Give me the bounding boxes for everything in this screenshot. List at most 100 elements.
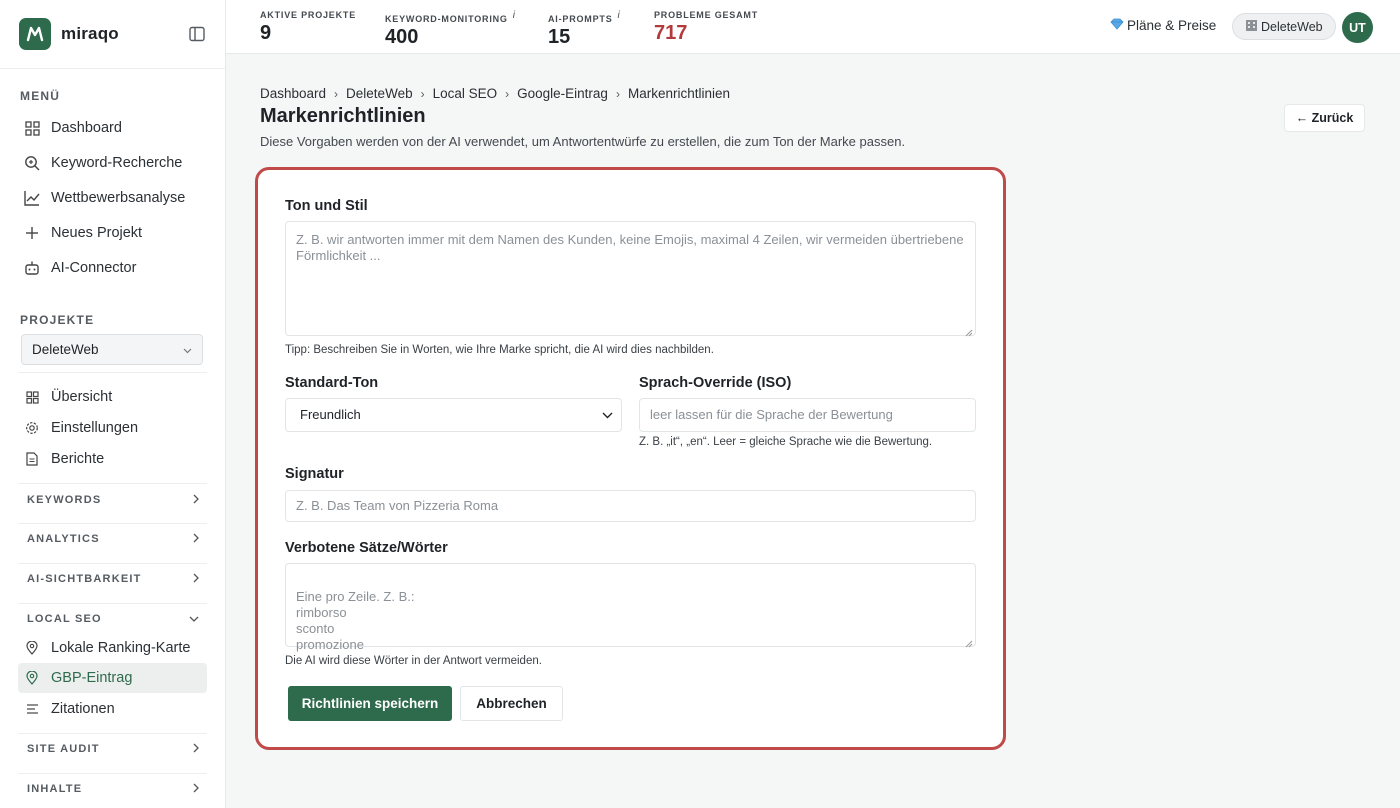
save-guidelines-button[interactable]: Richtlinien speichern bbox=[288, 686, 452, 721]
info-icon[interactable]: i bbox=[618, 10, 621, 21]
stat-value: 15 bbox=[548, 26, 571, 48]
projects-section-title: PROJEKTE bbox=[20, 313, 95, 327]
chart-icon bbox=[24, 190, 40, 206]
nav-label: Zitationen bbox=[51, 701, 115, 717]
stat-label: KEYWORD-MONITORING i bbox=[385, 10, 516, 24]
signature-placeholder: Z. B. Das Team von Pizzeria Roma bbox=[296, 498, 499, 513]
chevron-right-icon bbox=[193, 494, 199, 507]
info-icon[interactable]: i bbox=[513, 10, 516, 21]
plus-icon bbox=[24, 225, 40, 241]
nav-reports[interactable]: Berichte bbox=[18, 444, 207, 474]
back-button[interactable]: ← Zurück bbox=[1284, 104, 1365, 132]
grid-icon bbox=[24, 120, 40, 136]
forbidden-words-textarea[interactable]: Eine pro Zeile. Z. B.: rimborso sconto p… bbox=[285, 563, 976, 652]
default-tone-value: Freundlich bbox=[300, 407, 361, 422]
brand: miraqo bbox=[0, 0, 225, 69]
nav-label: Einstellungen bbox=[51, 420, 139, 436]
tone-textarea[interactable]: Z. B. wir antworten immer mit dem Namen … bbox=[285, 221, 976, 337]
map-pin-icon bbox=[24, 640, 40, 656]
project-pill-label: DeleteWeb bbox=[1261, 19, 1323, 34]
group-ai-visibility[interactable]: AI-SICHTBARKEIT bbox=[18, 564, 207, 594]
stat-value: 9 bbox=[260, 22, 272, 44]
sidebar: miraqo MENÜ Dashboard Keyword-Recherche … bbox=[0, 0, 226, 808]
nav-label: Lokale Ranking-Karte bbox=[51, 640, 191, 656]
project-select[interactable]: DeleteWeb bbox=[21, 334, 203, 365]
nav-competitor-analysis[interactable]: Wettbewerbsanalyse bbox=[18, 183, 207, 213]
stat-value: 400 bbox=[385, 26, 419, 48]
project-select-value: DeleteWeb bbox=[32, 342, 99, 357]
stat-total-issues: PROBLEME GESAMT 717 bbox=[654, 10, 758, 45]
breadcrumb-separator: › bbox=[505, 86, 510, 101]
nav-label: GBP-Eintrag bbox=[51, 670, 133, 686]
nav-new-project[interactable]: Neues Projekt bbox=[18, 218, 207, 248]
nav-citations[interactable]: Zitationen bbox=[18, 694, 207, 724]
group-label: SITE AUDIT bbox=[27, 743, 100, 755]
plans-link[interactable]: Pläne & Preise bbox=[1110, 18, 1216, 33]
resize-handle-icon[interactable] bbox=[965, 636, 973, 648]
group-site-audit[interactable]: SITE AUDIT bbox=[18, 734, 207, 764]
chevron-down-icon bbox=[602, 407, 613, 423]
stat-value: 717 bbox=[654, 22, 688, 44]
group-keywords[interactable]: KEYWORDS bbox=[18, 485, 207, 515]
list-icon bbox=[24, 701, 40, 717]
nav-ai-connector[interactable]: AI-Connector bbox=[18, 253, 207, 283]
nav-settings[interactable]: Einstellungen bbox=[18, 413, 207, 443]
brand-name[interactable]: miraqo bbox=[61, 24, 119, 44]
stat-active-projects: AKTIVE PROJEKTE 9 bbox=[260, 10, 356, 45]
language-override-label: Sprach-Override (ISO) bbox=[639, 375, 792, 391]
nav-local-ranking-map[interactable]: Lokale Ranking-Karte bbox=[18, 633, 207, 663]
nav-gbp-entry[interactable]: GBP-Eintrag bbox=[18, 663, 207, 693]
page-title: Markenrichtlinien bbox=[260, 105, 426, 127]
nav-label: Dashboard bbox=[51, 120, 122, 136]
signature-input[interactable]: Z. B. Das Team von Pizzeria Roma bbox=[285, 490, 976, 522]
forbidden-words-hint: Die AI wird diese Wörter in der Antwort … bbox=[285, 655, 542, 667]
chevron-right-icon bbox=[193, 573, 199, 586]
menu-section-title: MENÜ bbox=[20, 89, 61, 103]
project-switcher[interactable]: DeleteWeb bbox=[1232, 13, 1336, 40]
breadcrumb-item[interactable]: Google-Eintrag bbox=[517, 86, 608, 101]
nav-label: Berichte bbox=[51, 451, 105, 467]
page-description: Diese Vorgaben werden von der AI verwend… bbox=[260, 134, 906, 149]
breadcrumb-item[interactable]: Dashboard bbox=[260, 86, 326, 101]
brand-logo-icon[interactable] bbox=[19, 18, 51, 50]
building-icon bbox=[1245, 19, 1258, 35]
chevron-right-icon bbox=[193, 783, 199, 796]
breadcrumb-current: Markenrichtlinien bbox=[627, 86, 730, 101]
default-tone-select[interactable]: Freundlich bbox=[285, 398, 622, 432]
nav-label: Übersicht bbox=[51, 389, 113, 405]
chevron-right-icon bbox=[193, 533, 199, 546]
stat-label: AI-PROMPTS i bbox=[548, 10, 621, 24]
document-icon bbox=[24, 451, 40, 467]
group-analytics[interactable]: ANALYTICS bbox=[18, 524, 207, 554]
nav-label: Neues Projekt bbox=[51, 225, 143, 241]
grid-icon bbox=[24, 389, 40, 405]
default-tone-label: Standard-Ton bbox=[285, 375, 379, 391]
breadcrumb-item[interactable]: Local SEO bbox=[433, 86, 498, 101]
tone-placeholder: Z. B. wir antworten immer mit dem Namen … bbox=[296, 232, 964, 263]
nav-overview[interactable]: Übersicht bbox=[18, 382, 207, 412]
brand-guidelines-form: Ton und Stil Z. B. wir antworten immer m… bbox=[255, 167, 1006, 750]
map-pin-icon bbox=[24, 670, 40, 686]
chevron-down-icon bbox=[189, 613, 199, 625]
group-local-seo[interactable]: LOCAL SEO bbox=[18, 604, 207, 634]
resize-handle-icon[interactable] bbox=[965, 325, 973, 337]
nav-label: Keyword-Recherche bbox=[51, 155, 183, 171]
divider bbox=[18, 483, 207, 484]
avatar[interactable]: UT bbox=[1342, 12, 1373, 43]
sidebar-toggle-icon[interactable] bbox=[188, 25, 206, 43]
forbidden-words-placeholder: Eine pro Zeile. Z. B.: rimborso sconto p… bbox=[296, 589, 415, 652]
stat-ai-prompts: AI-PROMPTS i 15 bbox=[548, 10, 621, 49]
group-label: ANALYTICS bbox=[27, 533, 100, 545]
group-content[interactable]: INHALTE bbox=[18, 774, 207, 804]
breadcrumb-item[interactable]: DeleteWeb bbox=[346, 86, 413, 101]
chevron-right-icon bbox=[193, 743, 199, 756]
group-label: KEYWORDS bbox=[27, 494, 102, 506]
stat-label: PROBLEME GESAMT bbox=[654, 10, 759, 20]
nav-keyword-research[interactable]: Keyword-Recherche bbox=[18, 148, 207, 178]
search-icon bbox=[24, 155, 40, 171]
cancel-button[interactable]: Abbrechen bbox=[460, 686, 563, 721]
stat-label: AKTIVE PROJEKTE bbox=[260, 10, 357, 20]
stat-keyword-monitoring: KEYWORD-MONITORING i 400 bbox=[385, 10, 516, 49]
nav-dashboard[interactable]: Dashboard bbox=[18, 113, 207, 143]
language-override-input[interactable]: leer lassen für die Sprache der Bewertun… bbox=[639, 398, 976, 432]
